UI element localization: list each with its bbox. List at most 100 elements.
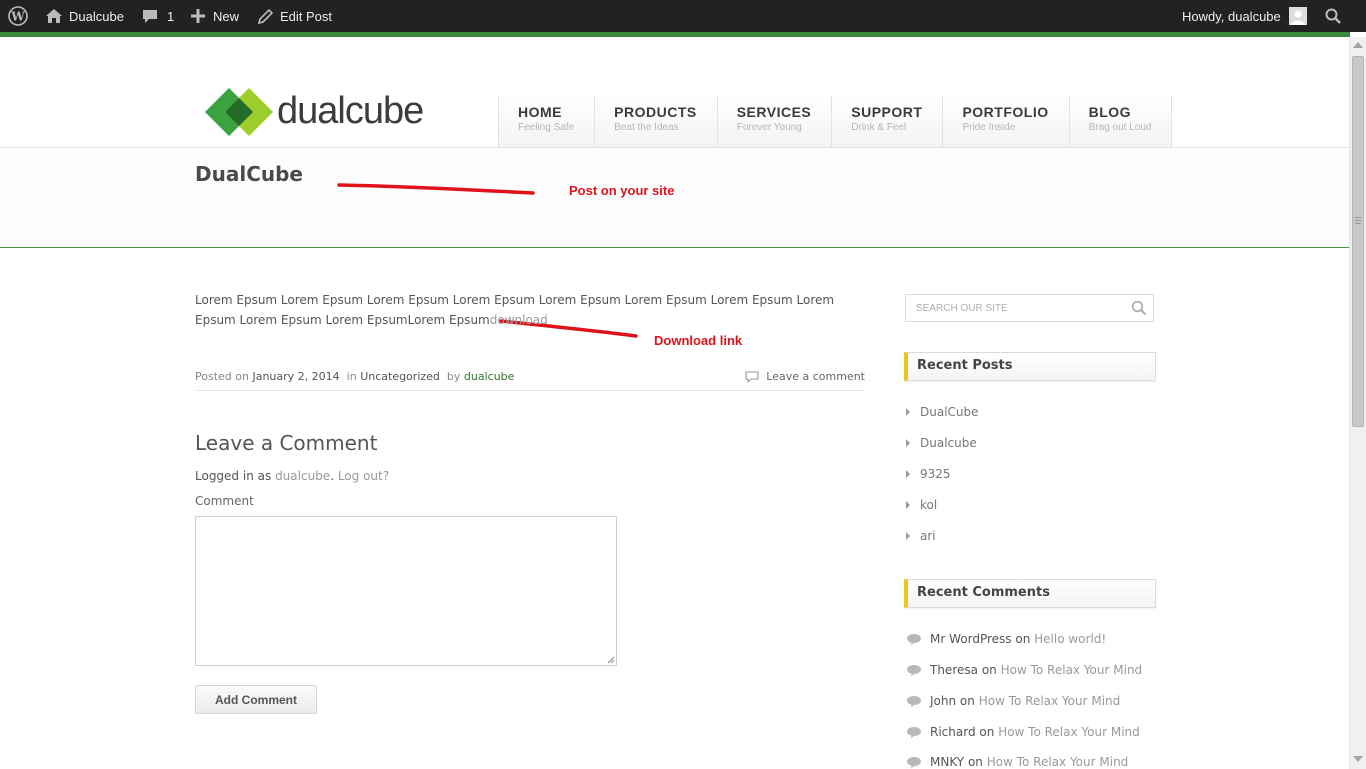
- recent-post-link[interactable]: Dualcube: [920, 436, 977, 450]
- nav-item-home[interactable]: HOME Feeling Safe: [498, 96, 595, 148]
- bullet-arrow-icon: [906, 439, 910, 447]
- nav-item-products[interactable]: PRODUCTS Beat the Ideas: [594, 96, 717, 148]
- comment-on-label: on: [959, 694, 975, 708]
- annotation-download-note: Download link: [654, 333, 743, 348]
- recent-post-item[interactable]: ari: [906, 529, 936, 543]
- my-account-button[interactable]: Howdy, dualcube: [1182, 0, 1307, 32]
- scroll-down-arrow[interactable]: [1353, 756, 1363, 762]
- comment-post-link[interactable]: How To Relax Your Mind: [979, 694, 1121, 708]
- page-title: DualCube: [195, 162, 303, 186]
- bullet-arrow-icon: [906, 470, 910, 478]
- comment-on-label: on: [967, 755, 983, 769]
- recent-post-item[interactable]: 9325: [906, 467, 951, 481]
- nav-item-services[interactable]: SERVICES Forever Young: [716, 96, 832, 148]
- nav-subtitle: Brag out Loud: [1088, 122, 1152, 133]
- add-comment-button[interactable]: Add Comment: [195, 685, 317, 714]
- comment-post-link[interactable]: How To Relax Your Mind: [987, 755, 1129, 769]
- comment-author[interactable]: MNKY: [930, 755, 964, 769]
- edit-post-button[interactable]: Edit Post: [257, 0, 332, 32]
- nav-subtitle: Drink & Feel: [851, 122, 907, 133]
- plus-icon: [191, 9, 205, 23]
- nav-item-portfolio[interactable]: PORTFOLIO Pride Inside: [942, 96, 1069, 148]
- nav-title: BLOG: [1088, 104, 1132, 120]
- recent-post-link[interactable]: 9325: [920, 467, 951, 481]
- bullet-arrow-icon: [906, 408, 910, 416]
- bullet-arrow-icon: [906, 532, 910, 540]
- comment-bubble-icon: [745, 370, 759, 383]
- post-category[interactable]: Uncategorized: [360, 370, 440, 383]
- new-content-button[interactable]: New: [191, 0, 239, 32]
- comment-bubble-icon: [907, 695, 921, 707]
- nav-subtitle: Feeling Safe: [518, 122, 575, 133]
- logo-text: dualcube: [277, 90, 424, 132]
- home-icon: [46, 9, 62, 23]
- search-icon[interactable]: [1131, 300, 1147, 316]
- comments-button[interactable]: 1: [142, 0, 174, 32]
- site-name-button[interactable]: Dualcube: [45, 0, 124, 32]
- comment-post-link[interactable]: How To Relax Your Mind: [998, 725, 1140, 739]
- browser-viewport: W Dualcube 1 New Edit Post Howdy, dualcu…: [0, 0, 1366, 769]
- comment-bubble-icon: [907, 726, 921, 738]
- recent-comment-item: John on How To Relax Your Mind: [906, 694, 1120, 708]
- wordpress-logo-button[interactable]: W: [8, 0, 28, 32]
- comment-on-label: on: [981, 663, 997, 677]
- recent-comments-heading: Recent Comments: [904, 579, 1156, 608]
- posted-on-label: Posted on: [195, 370, 249, 383]
- comment-post-link[interactable]: How To Relax Your Mind: [1001, 663, 1143, 677]
- post-content: Lorem Epsum Lorem Epsum Lorem Epsum Lore…: [195, 290, 867, 330]
- scroll-thumb[interactable]: [1352, 56, 1364, 427]
- comment-author[interactable]: John: [930, 694, 956, 708]
- dualcube-logo-mark: [205, 88, 273, 136]
- nav-subtitle: Forever Young: [736, 122, 802, 133]
- comment-bubble-icon: [907, 664, 921, 676]
- main-navigation: HOME Feeling Safe PRODUCTS Beat the Idea…: [498, 96, 1173, 148]
- post-date[interactable]: January 2, 2014: [252, 370, 339, 383]
- comment-icon: [143, 10, 157, 23]
- recent-comment-item: Mr WordPress on Hello world!: [906, 632, 1106, 646]
- header-accent-line: [0, 32, 1350, 37]
- resize-handle-icon[interactable]: [607, 656, 615, 664]
- edit-post-label: Edit Post: [280, 8, 333, 24]
- post-meta: Posted on January 2, 2014 in Uncategoriz…: [195, 370, 865, 391]
- comment-author[interactable]: Theresa: [930, 663, 978, 677]
- comment-bubble-icon: [907, 756, 921, 768]
- logged-in-prefix: Logged in as: [195, 469, 272, 483]
- recent-posts-heading: Recent Posts: [904, 352, 1156, 381]
- avatar: [1288, 7, 1307, 25]
- nav-subtitle: Beat the Ideas: [614, 122, 679, 133]
- annotation-stroke-post: [337, 183, 535, 195]
- new-label: New: [213, 8, 240, 24]
- nav-item-blog[interactable]: BLOG Brag out Loud: [1068, 96, 1173, 148]
- search-icon: [1325, 8, 1341, 24]
- scroll-up-arrow[interactable]: [1353, 42, 1363, 48]
- site-logo[interactable]: dualcube: [205, 86, 435, 140]
- profile-link[interactable]: dualcube: [275, 469, 330, 483]
- leave-comment-link[interactable]: Leave a comment: [745, 370, 865, 383]
- comment-textarea[interactable]: [195, 516, 617, 666]
- recent-comment-item: Theresa on How To Relax Your Mind: [906, 663, 1142, 677]
- comment-post-link[interactable]: Hello world!: [1034, 632, 1106, 646]
- search-input[interactable]: [906, 295, 1126, 321]
- recent-post-item[interactable]: kol: [906, 498, 937, 512]
- sidebar-search: [905, 294, 1154, 322]
- recent-post-item[interactable]: DualCube: [906, 405, 979, 419]
- comment-form-heading: Leave a Comment: [195, 431, 378, 455]
- nav-item-support[interactable]: SUPPORT Drink & Feel: [831, 96, 943, 148]
- nav-title: PORTFOLIO: [962, 104, 1049, 120]
- leave-comment-label: Leave a comment: [766, 370, 865, 383]
- in-label: in: [346, 370, 357, 383]
- recent-post-link[interactable]: ari: [920, 529, 936, 543]
- download-link[interactable]: download: [490, 313, 548, 327]
- nav-subtitle: Pride Inside: [962, 122, 1016, 133]
- recent-post-link[interactable]: DualCube: [920, 405, 979, 419]
- by-label: by: [446, 370, 461, 383]
- comment-author[interactable]: Richard: [930, 725, 976, 739]
- howdy-label: Howdy, dualcube: [1182, 8, 1281, 24]
- recent-post-link[interactable]: kol: [920, 498, 937, 512]
- recent-post-item[interactable]: Dualcube: [906, 436, 977, 450]
- logout-link[interactable]: Log out?: [338, 469, 389, 483]
- page-scrollbar[interactable]: [1349, 37, 1366, 769]
- comment-author[interactable]: Mr WordPress: [930, 632, 1012, 646]
- post-author[interactable]: dualcube: [464, 370, 515, 383]
- admin-search-button[interactable]: [1325, 0, 1341, 32]
